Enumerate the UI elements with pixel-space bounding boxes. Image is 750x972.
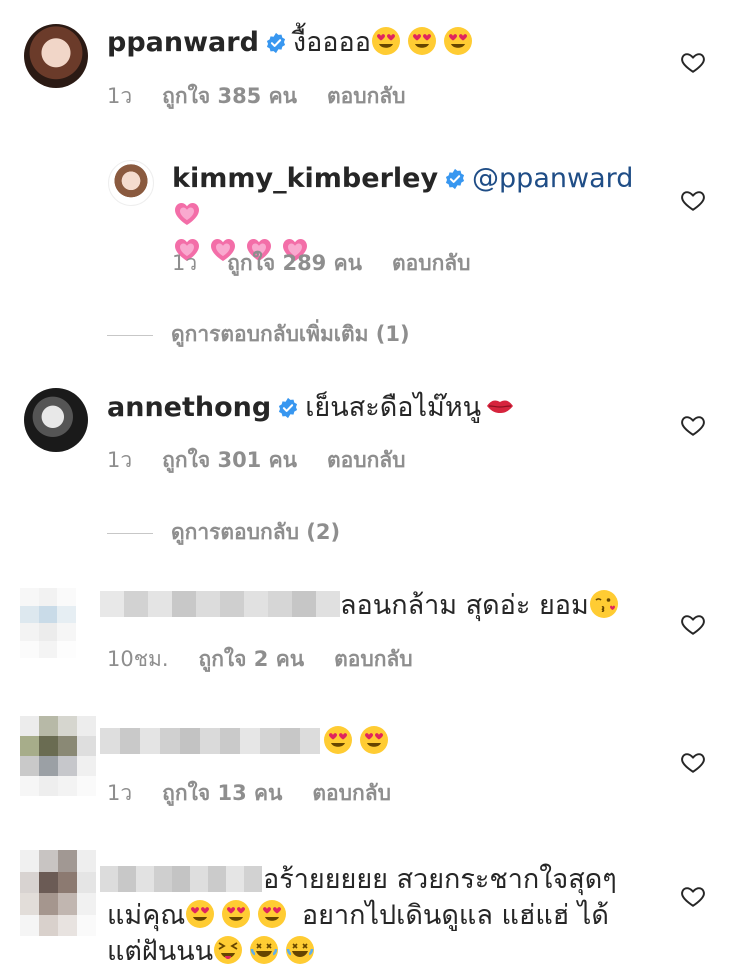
view-more-replies[interactable]: ดูการตอบกลับเพิ่มเติม (1) [107, 318, 410, 351]
blowing-kiss-icon [589, 589, 619, 619]
comment-body-line2a: แม่คุณ [107, 900, 186, 931]
username[interactable]: kimmy_kimberley [172, 163, 438, 194]
reply-button[interactable]: ตอบกลับ [334, 647, 413, 671]
avatar[interactable] [108, 160, 154, 206]
view-more-replies[interactable]: ดูการตอบกลับ (2) [107, 516, 340, 549]
kiss-mark-icon [485, 391, 515, 421]
comment-time: 1ว [107, 781, 133, 805]
comment-meta: 1ว ถูกใจ 301 คน ตอบกลับ [107, 444, 436, 477]
comment-meta: 1ว ถูกใจ 385 คน ตอบกลับ [107, 80, 436, 113]
pink-heart-icon [172, 198, 202, 228]
rolling-laughing-icon [285, 935, 315, 965]
rolling-laughing-icon [249, 935, 279, 965]
heart-eyes-icon [359, 725, 389, 755]
like-heart-icon[interactable] [680, 883, 706, 909]
comment-time: 10ชม. [107, 647, 169, 671]
divider-line [107, 334, 153, 336]
reply-button[interactable]: ตอบกลับ [327, 84, 406, 108]
comment-meta: 10ชม. ถูกใจ 2 คน ตอบกลับ [107, 643, 443, 676]
comment-text: อร้ายยยยย สวยกระชากใจสุดๆ แม่คุณ อยากไปเ… [107, 862, 647, 970]
avatar[interactable] [24, 388, 88, 452]
like-heart-icon[interactable] [680, 749, 706, 775]
blurred-username [100, 728, 320, 754]
reply-button[interactable]: ตอบกลับ [312, 781, 391, 805]
comment-body-line2b: อยากไปเดินดูแล แฮ่แฮ่ ได้ [301, 900, 609, 931]
heart-eyes-icon [443, 26, 473, 56]
verified-icon [444, 168, 466, 190]
like-heart-icon[interactable] [680, 611, 706, 637]
blurred-username [100, 591, 340, 617]
reply-button[interactable]: ตอบกลับ [327, 448, 406, 472]
comment-body: เย็นสะดือไม๊หนู [305, 392, 482, 423]
avatar[interactable] [20, 850, 96, 936]
like-count[interactable]: ถูกใจ 13 คน [162, 781, 282, 805]
avatar[interactable] [20, 716, 96, 796]
comment-text: ลอนกล้าม สุดอ่ะ ยอม [340, 588, 625, 624]
comment-body: งื้ออออ [292, 27, 371, 58]
divider-line [107, 532, 153, 534]
heart-eyes-icon [221, 899, 251, 929]
like-heart-icon[interactable] [680, 187, 706, 213]
comment-body-line3: แต่ฝันนน [107, 936, 214, 967]
verified-icon [277, 397, 299, 419]
comment-body: ลอนกล้าม สุดอ่ะ ยอม [340, 590, 589, 621]
reply-button[interactable]: ตอบกลับ [392, 251, 471, 275]
squinting-tongue-icon [213, 935, 243, 965]
like-count[interactable]: ถูกใจ 301 คน [162, 448, 297, 472]
comment-meta: 1ว ถูกใจ 289 คน ตอบกลับ [172, 247, 501, 280]
comment-text: annethong เย็นสะดือไม๊หนู [107, 390, 521, 426]
like-heart-icon[interactable] [680, 412, 706, 438]
heart-eyes-icon [257, 899, 287, 929]
username[interactable]: ppanward [107, 27, 259, 58]
verified-icon [265, 32, 287, 54]
like-count[interactable]: ถูกใจ 385 คน [162, 84, 297, 108]
comment-time: 1ว [107, 448, 133, 472]
comment-text: ppanward งื้ออออ [107, 25, 479, 61]
like-count[interactable]: ถูกใจ 289 คน [227, 251, 362, 275]
avatar[interactable] [24, 24, 88, 88]
comment-time: 1ว [107, 84, 133, 108]
comment-meta: 1ว ถูกใจ 13 คน ตอบกลับ [107, 777, 421, 810]
username[interactable]: annethong [107, 392, 271, 423]
comment-body-line1: อร้ายยยยย สวยกระชากใจสุดๆ [263, 864, 617, 895]
heart-eyes-icon [323, 725, 353, 755]
mention-link[interactable]: @ppanward [472, 163, 633, 194]
heart-eyes-icon [185, 899, 215, 929]
heart-eyes-icon [407, 26, 437, 56]
like-heart-icon[interactable] [680, 49, 706, 75]
comment-text [323, 724, 395, 760]
view-more-label: ดูการตอบกลับเพิ่มเติม (1) [171, 322, 410, 346]
comment-time: 1ว [172, 251, 198, 275]
view-more-label: ดูการตอบกลับ (2) [171, 520, 341, 544]
avatar[interactable] [20, 588, 76, 658]
heart-eyes-icon [371, 26, 401, 56]
like-count[interactable]: ถูกใจ 2 คน [199, 647, 305, 671]
